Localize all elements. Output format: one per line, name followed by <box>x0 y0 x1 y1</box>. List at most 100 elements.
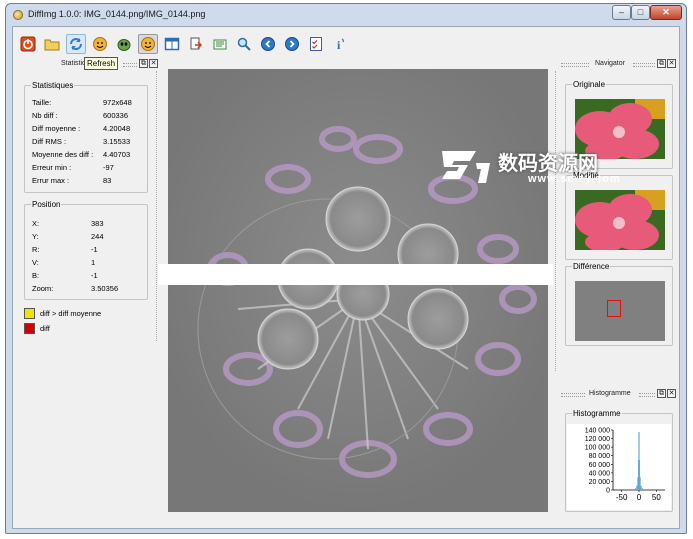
histogram-bar <box>640 485 642 490</box>
stat-value: 4.40703 <box>103 150 131 159</box>
dock-grip <box>561 393 585 397</box>
x-tick-label: 50 <box>652 493 661 502</box>
magnifier-icon[interactable] <box>234 34 254 54</box>
checklist-icon[interactable] <box>306 34 326 54</box>
modified-thumbnail[interactable] <box>575 190 665 250</box>
watermark-text: 数码资源网 <box>498 153 598 175</box>
stat-value: 600336 <box>103 111 129 120</box>
pos-value: 1 <box>91 258 96 267</box>
stat-value: 972x648 <box>103 98 132 107</box>
difference-group: Différence <box>565 261 673 346</box>
histogram-bar <box>639 477 641 490</box>
info-icon[interactable]: i <box>330 34 350 54</box>
dock-close-button[interactable]: ✕ <box>667 59 676 68</box>
pos-label: X: <box>32 219 40 228</box>
dock-grip <box>123 63 137 67</box>
open-folder-icon[interactable] <box>42 34 62 54</box>
next-icon[interactable] <box>282 34 302 54</box>
dock-close-button[interactable]: ✕ <box>149 59 158 68</box>
blank-overlay-bar <box>158 264 553 285</box>
stat-label: Errur max : <box>32 176 70 185</box>
watermark-url: www.smzy.com <box>528 173 621 185</box>
layout-icon[interactable] <box>162 34 182 54</box>
float-button[interactable]: ⧉ <box>657 59 666 68</box>
minimize-button[interactable]: – <box>612 5 631 20</box>
stat-value: 4.20048 <box>103 124 131 133</box>
left-splitter[interactable] <box>156 71 158 341</box>
close-button[interactable]: ✕ <box>650 5 682 20</box>
pos-label: R: <box>32 245 40 254</box>
stat-label: Erreur min : <box>32 163 72 172</box>
dock-close-button[interactable]: ✕ <box>667 389 676 398</box>
histogram-dock-title: Histogramme <box>589 390 631 397</box>
stat-label: Nb diff : <box>32 111 58 120</box>
y-tick-label: 20 000 <box>589 479 611 486</box>
histogram-group: Histogramme 140 000 120 000 100 000 80 000 6… <box>565 408 673 512</box>
maximize-button[interactable]: □ <box>631 5 650 20</box>
position-group: Position X: 383 Y: 244 R: -1 V: 1 B: -1 … <box>24 199 148 300</box>
histogram-chart: 140 000120 000 100 00080 000 60 00040 000 2… <box>567 424 671 510</box>
viewport-marker[interactable] <box>607 300 621 317</box>
statistics-group: Statistiques Taille: 972x648 Nb diff : 6… <box>24 80 148 193</box>
statistics-dock-title: Statistic <box>61 60 86 67</box>
navigator-dock-bar: Navigator ⧉ ✕ <box>561 59 677 69</box>
difference-title: Différence <box>572 261 611 272</box>
smiley-icon[interactable] <box>90 34 110 54</box>
legend-label: diff <box>40 324 50 333</box>
stat-value: 83 <box>103 176 112 185</box>
export-icon[interactable] <box>186 34 206 54</box>
original-title: Originale <box>572 79 607 90</box>
x-tick-label: 0 <box>637 493 642 502</box>
alien-icon[interactable] <box>114 34 134 54</box>
y-tick-label: 120 000 <box>585 436 610 443</box>
histogram-bar <box>636 485 638 490</box>
legend-swatch <box>24 308 35 319</box>
histogram-bar <box>641 488 644 490</box>
difference-thumbnail[interactable] <box>575 281 665 341</box>
app-window: DiffImg 1.0.0: IMG_0144.png/IMG_0144.png… <box>5 3 687 534</box>
navigator-dock-title: Navigator <box>595 60 625 67</box>
histogram-dock-bar: Histogramme ⧉ ✕ <box>561 389 677 399</box>
float-button[interactable]: ⧉ <box>139 59 148 68</box>
pos-label: V: <box>32 258 39 267</box>
y-tick-label: 80 000 <box>589 453 611 460</box>
pos-value: -1 <box>91 245 98 254</box>
title-bar: DiffImg 1.0.0: IMG_0144.png/IMG_0144.png… <box>6 4 686 26</box>
legend-swatch <box>24 323 35 334</box>
prev-icon[interactable] <box>258 34 278 54</box>
dock-grip <box>639 393 655 397</box>
stat-label: Diff moyenne : <box>32 124 81 133</box>
statistics-group-title: Statistiques <box>31 80 75 91</box>
difference-image <box>168 69 548 512</box>
y-tick-label: 100 000 <box>585 445 610 452</box>
difference-image-view[interactable] <box>168 69 548 512</box>
dock-grip <box>633 63 655 67</box>
window-title: DiffImg 1.0.0: IMG_0144.png/IMG_0144.png <box>28 9 206 19</box>
histogram-group-title: Histogramme <box>572 408 622 419</box>
stat-label: Taille: <box>32 98 52 107</box>
stat-label: Moyenne des diff : <box>32 150 94 159</box>
right-splitter[interactable] <box>555 71 557 371</box>
app-icon <box>13 10 23 20</box>
pos-value: 244 <box>91 232 104 241</box>
watermark-logo-icon <box>442 151 490 183</box>
pos-label: Y: <box>32 232 39 241</box>
histogram-bar <box>634 488 637 490</box>
toolbar: i <box>18 34 378 56</box>
refresh-icon[interactable] <box>66 34 86 54</box>
stat-value: 3.15533 <box>103 137 131 146</box>
y-tick-label: 140 000 <box>585 428 610 435</box>
refresh-tooltip: Refresh <box>84 57 119 70</box>
x-tick-label: -50 <box>616 493 628 502</box>
power-icon[interactable] <box>18 34 38 54</box>
position-group-title: Position <box>31 199 62 210</box>
pos-value: -1 <box>91 271 98 280</box>
y-tick-label: 60 000 <box>589 462 611 469</box>
smiley-active-icon[interactable] <box>138 34 158 54</box>
dock-grip <box>561 63 589 67</box>
binoculars-icon[interactable] <box>210 34 230 54</box>
modified-group: Modifié <box>565 170 673 260</box>
float-button[interactable]: ⧉ <box>657 389 666 398</box>
svg-text:i: i <box>337 38 341 52</box>
stat-value: -97 <box>103 163 114 172</box>
